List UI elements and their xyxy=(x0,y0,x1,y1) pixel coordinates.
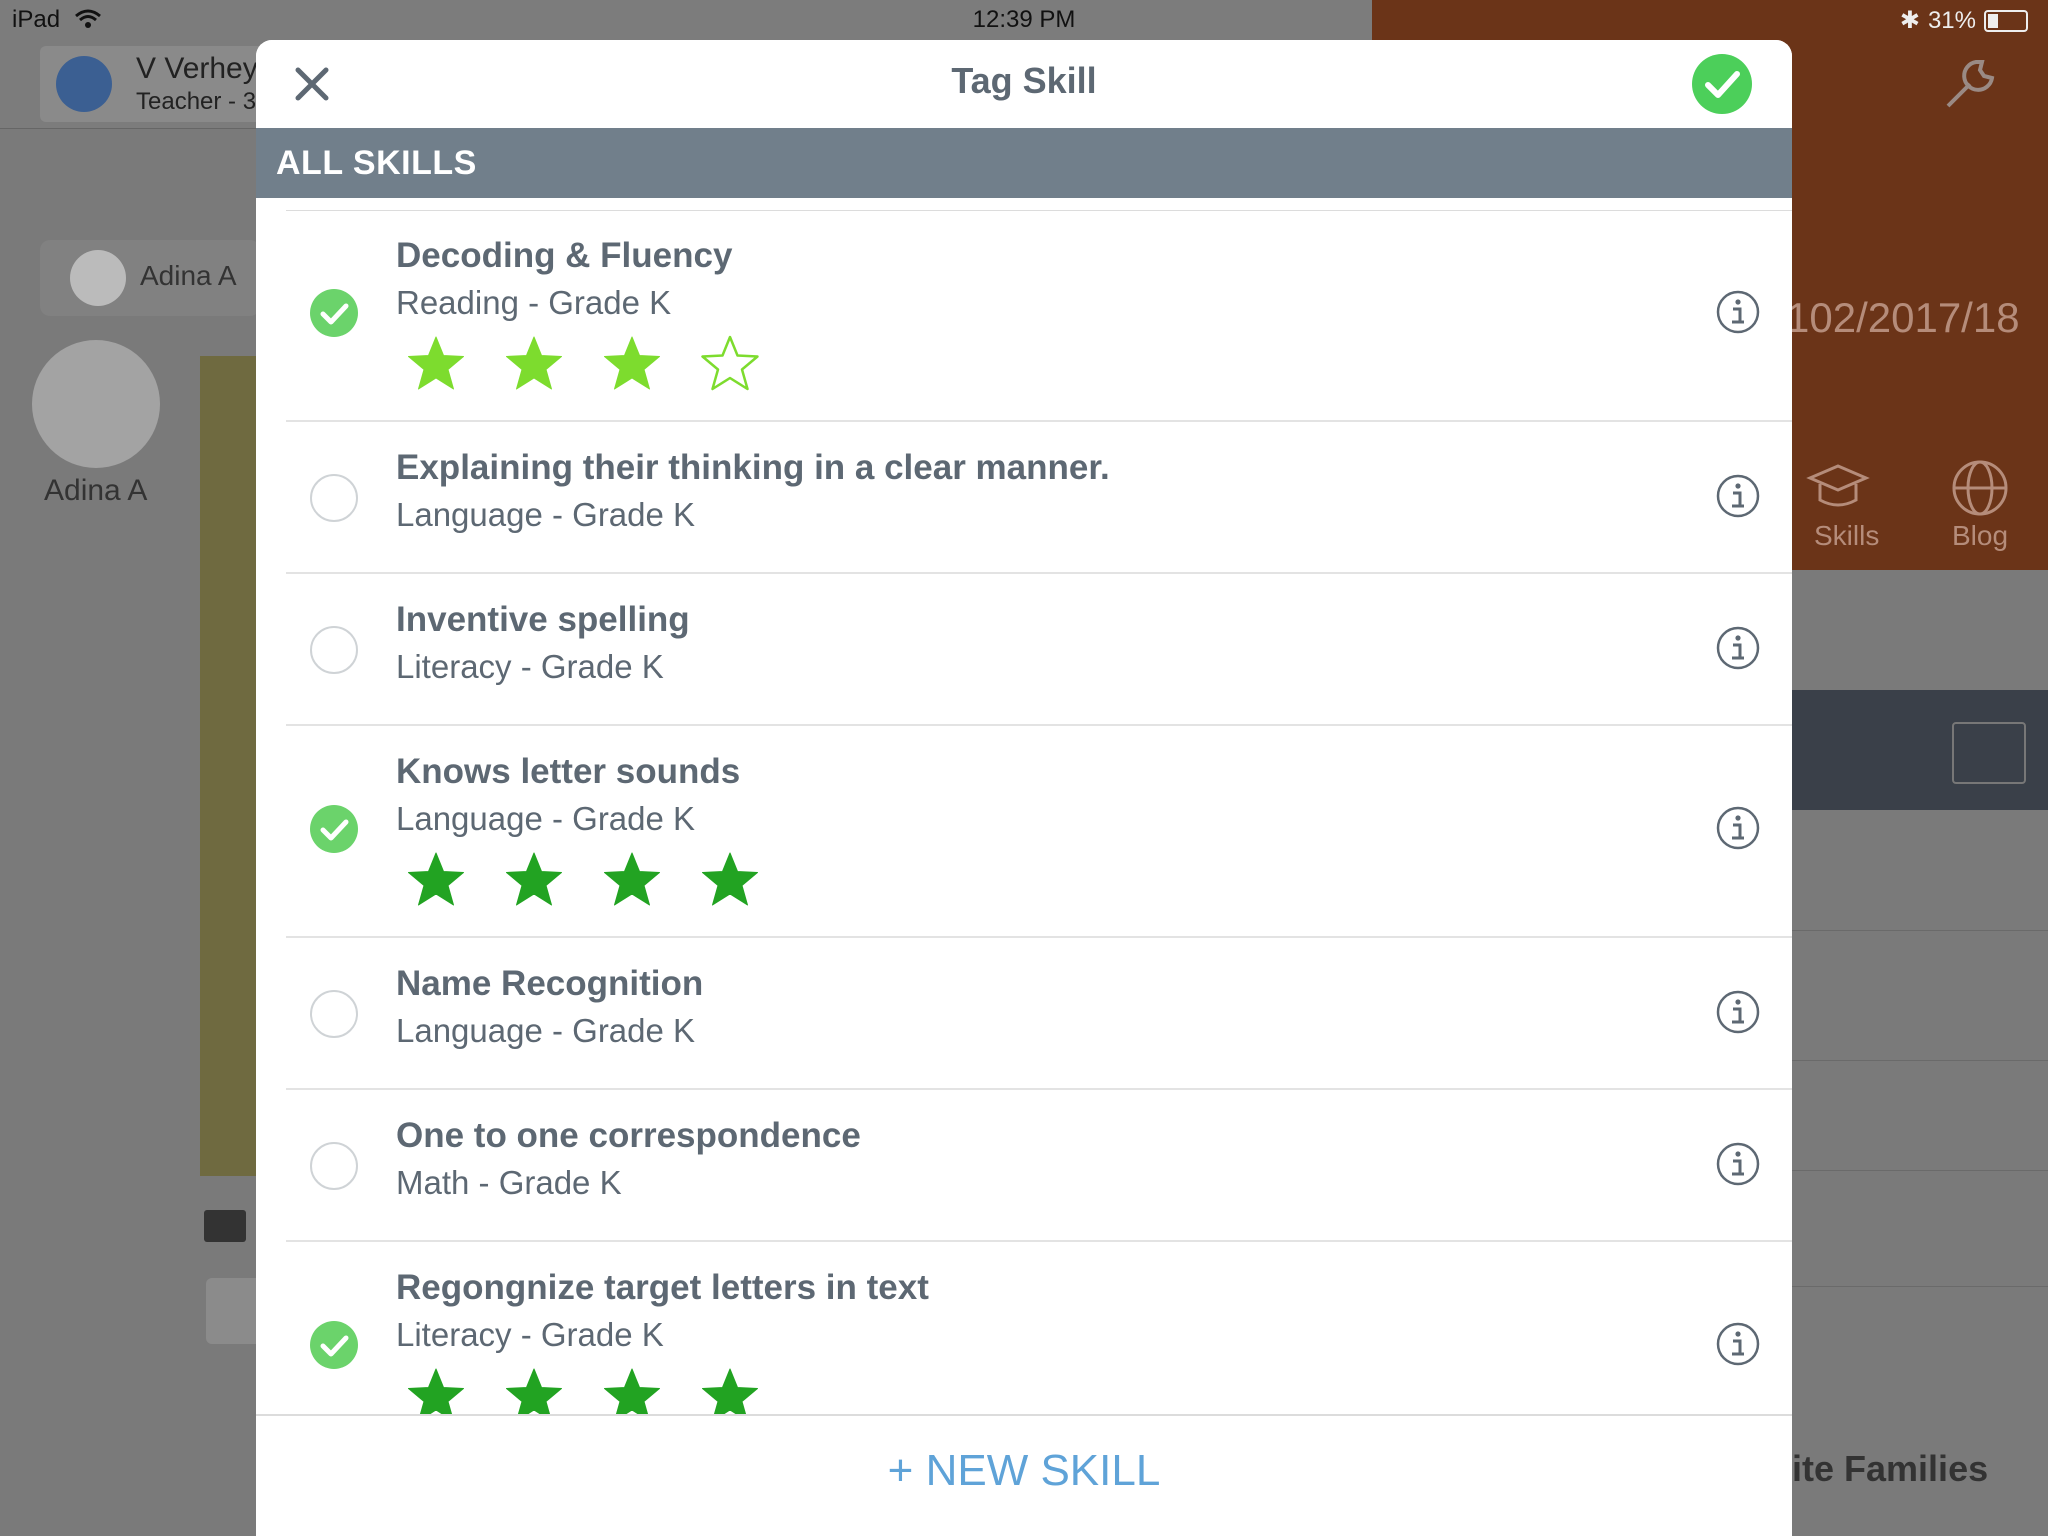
skill-checkbox[interactable] xyxy=(310,990,358,1038)
skill-subtitle: Reading - Grade K xyxy=(396,284,672,321)
info-icon[interactable] xyxy=(1716,990,1760,1034)
tag-skill-modal: Tag Skill ALL SKILLS Decoding & Fluency R… xyxy=(256,40,1792,1536)
skill-name: Regongnize target letters in text xyxy=(396,1268,929,1307)
star-filled-icon[interactable] xyxy=(504,850,564,910)
folder-icon[interactable] xyxy=(1952,722,2026,784)
star-rating[interactable] xyxy=(406,334,760,394)
tab-blog[interactable]: Blog xyxy=(1952,520,2008,552)
modal-header: Tag Skill xyxy=(256,40,1792,128)
skill-checkbox-checked[interactable] xyxy=(310,1321,358,1369)
skill-row[interactable]: Explaining their thinking in a clear man… xyxy=(286,422,1792,574)
skill-checkbox[interactable] xyxy=(310,626,358,674)
status-right: ✱ 31% xyxy=(1900,6,2028,35)
info-icon[interactable] xyxy=(1716,806,1760,850)
avatar xyxy=(56,56,112,112)
section-header-label: ALL SKILLS xyxy=(276,144,477,182)
info-icon[interactable] xyxy=(1716,626,1760,670)
star-filled-icon[interactable] xyxy=(504,1366,564,1414)
star-filled-icon[interactable] xyxy=(406,334,466,394)
tab-skills[interactable]: Skills xyxy=(1814,520,1879,552)
checkmark-icon xyxy=(1705,71,1740,98)
done-button[interactable] xyxy=(1692,54,1752,114)
student-chip-name: Adina A xyxy=(140,260,237,291)
folder-icon[interactable] xyxy=(204,1210,246,1242)
skill-checkbox[interactable] xyxy=(310,474,358,522)
section-header: ALL SKILLS xyxy=(256,128,1792,198)
skill-name: Inventive spelling xyxy=(396,600,690,639)
star-rating[interactable] xyxy=(406,1366,760,1414)
star-filled-icon[interactable] xyxy=(602,334,662,394)
student-name: Adina A xyxy=(44,474,148,507)
skill-name: One to one correspondence xyxy=(396,1116,861,1155)
modal-footer: + NEW SKILL xyxy=(256,1414,1792,1536)
info-icon[interactable] xyxy=(1716,1322,1760,1366)
star-rating[interactable] xyxy=(406,850,760,910)
info-icon[interactable] xyxy=(1716,290,1760,334)
graduation-cap-icon xyxy=(1806,464,1870,507)
skill-subtitle: Language - Grade K xyxy=(396,496,696,533)
checkmark-icon xyxy=(320,303,349,325)
battery-percent: 31% xyxy=(1927,6,1976,34)
skill-subtitle: Language - Grade K xyxy=(396,800,696,837)
star-filled-icon[interactable] xyxy=(700,1366,760,1414)
clock: 12:39 PM xyxy=(972,6,1076,33)
skill-row[interactable]: Inventive spelling Literacy - Grade K xyxy=(286,574,1792,726)
skill-subtitle: Literacy - Grade K xyxy=(396,648,664,685)
status-bar: iPad 12:39 PM ✱ 31% xyxy=(0,0,2048,40)
star-filled-icon[interactable] xyxy=(602,850,662,910)
star-filled-icon[interactable] xyxy=(504,334,564,394)
checkmark-icon xyxy=(320,1335,349,1357)
skill-name: Decoding & Fluency xyxy=(396,236,733,275)
star-filled-icon[interactable] xyxy=(406,1366,466,1414)
bluetooth-icon: ✱ xyxy=(1899,7,1920,34)
skill-name: Knows letter sounds xyxy=(396,752,741,791)
globe-icon xyxy=(1952,460,2008,516)
post-photo xyxy=(200,356,260,1176)
student-avatar[interactable] xyxy=(32,340,160,468)
new-skill-button[interactable]: + NEW SKILL xyxy=(256,1446,1792,1496)
skill-checkbox-checked[interactable] xyxy=(310,289,358,337)
modal-title: Tag Skill xyxy=(951,60,1097,101)
date-label: 102/2017/18 xyxy=(1786,294,2020,341)
skill-row[interactable]: Name Recognition Language - Grade K xyxy=(286,938,1792,1090)
wrench-icon[interactable] xyxy=(1940,54,2000,114)
skill-row[interactable]: One to one correspondence Math - Grade K xyxy=(286,1090,1792,1242)
skill-name: Explaining their thinking in a clear man… xyxy=(396,448,1110,487)
star-empty-icon[interactable] xyxy=(700,334,760,394)
skill-subtitle: Literacy - Grade K xyxy=(396,1316,664,1353)
invite-families-button[interactable]: vite Families xyxy=(1772,1448,1988,1490)
star-filled-icon[interactable] xyxy=(406,850,466,910)
skill-checkbox[interactable] xyxy=(310,1142,358,1190)
teacher-card[interactable]: V Verheye Teacher - 3 xyxy=(40,46,274,122)
student-chip[interactable]: Adina A xyxy=(40,240,260,316)
battery-icon xyxy=(1984,9,2028,32)
skill-row[interactable]: Knows letter sounds Language - Grade K xyxy=(286,726,1792,938)
teacher-name: V Verheye xyxy=(136,52,275,85)
checkmark-icon xyxy=(320,819,349,841)
skill-row[interactable]: Decoding & Fluency Reading - Grade K xyxy=(286,210,1792,422)
info-icon[interactable] xyxy=(1716,474,1760,518)
skill-checkbox-checked[interactable] xyxy=(310,805,358,853)
star-filled-icon[interactable] xyxy=(602,1366,662,1414)
skill-subtitle: Math - Grade K xyxy=(396,1164,622,1201)
skill-subtitle: Language - Grade K xyxy=(396,1012,696,1049)
teacher-role: Teacher - 3 xyxy=(136,88,257,115)
skill-name: Name Recognition xyxy=(396,964,704,1003)
info-icon[interactable] xyxy=(1716,1142,1760,1186)
avatar xyxy=(70,250,126,306)
skill-row[interactable]: Regongnize target letters in text Literac… xyxy=(286,1242,1792,1414)
skills-list[interactable]: Decoding & Fluency Reading - Grade K Expla… xyxy=(256,198,1792,1414)
star-filled-icon[interactable] xyxy=(700,850,760,910)
